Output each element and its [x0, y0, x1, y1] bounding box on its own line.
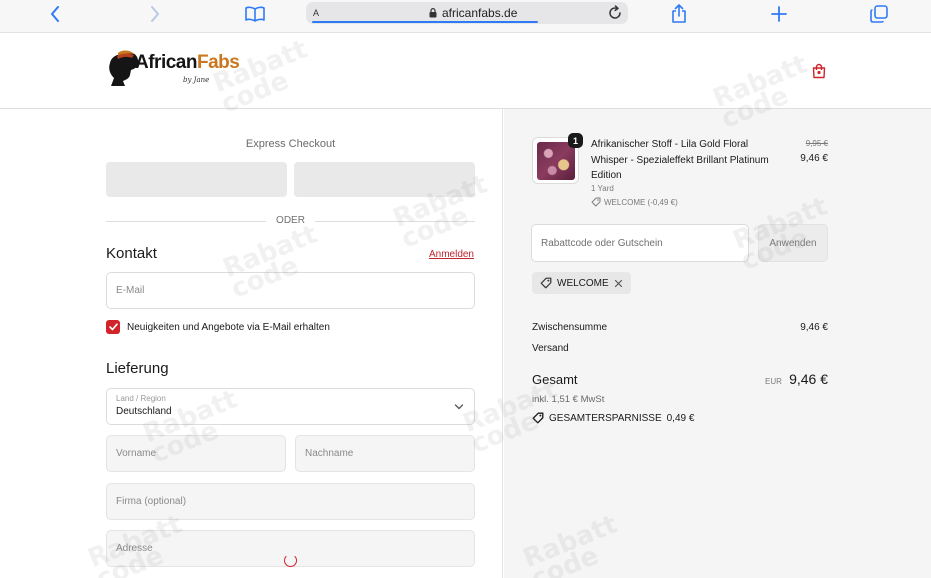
subtotal-row: Zwischensumme 9,46 €	[532, 322, 828, 333]
quantity-badge: 1	[568, 133, 583, 148]
express-pay-button-2[interactable]	[294, 162, 475, 197]
or-divider: ODER	[106, 215, 475, 227]
product-discount: WELCOME (-0,49 €)	[591, 197, 678, 207]
chevron-down-icon	[454, 404, 464, 410]
total-value: 9,46 €	[789, 371, 828, 387]
discount-code-input[interactable]: Rabattcode oder Gutschein	[531, 224, 749, 262]
total-currency: EUR	[765, 377, 782, 386]
new-tab-icon[interactable]	[766, 3, 792, 25]
express-pay-button-1[interactable]	[106, 162, 287, 197]
checkout-form: Express Checkout ODER Kontakt Anmelden E…	[0, 109, 503, 578]
price-discounted: 9,46 €	[800, 153, 828, 164]
price-original: 9,95 €	[805, 139, 828, 148]
login-link[interactable]: Anmelden	[429, 249, 474, 260]
firstname-field[interactable]: Vorname	[106, 435, 286, 472]
lastname-placeholder: Nachname	[305, 448, 354, 459]
tag-icon	[532, 412, 544, 424]
lock-icon	[429, 8, 437, 18]
country-select[interactable]: Land / Region Deutschland	[106, 388, 475, 425]
shipping-label: Versand	[532, 343, 569, 354]
apply-discount-button[interactable]: Anwenden	[758, 224, 828, 262]
product-discount-text: WELCOME (-0,49 €)	[604, 197, 678, 207]
total-label: Gesamt	[532, 372, 578, 387]
share-icon[interactable]	[666, 3, 692, 25]
company-field[interactable]: Firma (optional)	[106, 483, 475, 520]
subtotal-value: 9,46 €	[800, 322, 828, 333]
url-text: africanfabs.de	[442, 6, 518, 20]
tag-icon	[591, 197, 601, 207]
applied-discount-code: WELCOME	[557, 277, 609, 289]
loading-spinner	[284, 554, 297, 567]
brand-name-part1: African	[135, 52, 197, 73]
total-savings: GESAMTERSPARNISSE 0,49 €	[532, 412, 694, 424]
country-value: Deutschland	[116, 406, 172, 417]
newsletter-label: Neuigkeiten und Angebote via E-Mail erha…	[127, 321, 330, 333]
browser-toolbar: A africanfabs.de	[0, 0, 931, 33]
back-icon[interactable]	[42, 3, 68, 25]
company-placeholder: Firma (optional)	[116, 496, 187, 507]
delivery-heading: Lieferung	[106, 360, 169, 377]
close-icon[interactable]	[614, 279, 623, 288]
lastname-field[interactable]: Nachname	[295, 435, 475, 472]
divider-text: ODER	[276, 215, 305, 226]
email-placeholder: E-Mail	[116, 285, 145, 296]
brand-name-part2: Fabs	[196, 52, 240, 73]
reload-icon[interactable]	[607, 5, 623, 21]
discount-code-placeholder: Rabattcode oder Gutschein	[541, 238, 663, 249]
address-bar[interactable]: A africanfabs.de	[306, 2, 628, 24]
page-load-progress	[312, 21, 538, 23]
savings-value: 0,49 €	[666, 412, 695, 424]
newsletter-checkbox[interactable]	[106, 320, 120, 334]
firstname-placeholder: Vorname	[116, 448, 157, 459]
brand-name: AfricanFabs	[135, 52, 240, 74]
order-summary: 1 Afrikanischer Stoff - Lila Gold Floral…	[504, 109, 931, 578]
site-header: AfricanFabs by Jane	[0, 33, 931, 109]
bookmarks-icon[interactable]	[242, 3, 268, 25]
express-checkout-title: Express Checkout	[245, 138, 336, 150]
product-variant: 1 Yard	[591, 184, 614, 193]
email-field[interactable]: E-Mail	[106, 272, 475, 309]
contact-heading: Kontakt	[106, 245, 157, 262]
tax-line: inkl. 1,51 € MwSt	[532, 394, 605, 405]
subtotal-label: Zwischensumme	[532, 322, 608, 333]
site-logo[interactable]: AfricanFabs by Jane	[107, 48, 240, 92]
savings-label: GESAMTERSPARNISSE	[549, 412, 662, 424]
product-title: Afrikanischer Stoff - Lila Gold Floral W…	[591, 139, 769, 181]
tag-icon	[540, 277, 552, 289]
shipping-row: Versand	[532, 343, 828, 354]
address-placeholder: Adresse	[116, 543, 153, 554]
fabric-image	[537, 142, 575, 180]
brand-tagline: by Jane	[183, 76, 210, 84]
country-label: Land / Region	[116, 394, 166, 403]
applied-discount-chip: WELCOME	[532, 272, 631, 294]
tabs-overview-icon[interactable]	[866, 3, 892, 25]
text-size-button[interactable]: A	[313, 8, 319, 18]
forward-icon[interactable]	[142, 3, 168, 25]
newsletter-option[interactable]: Neuigkeiten und Angebote via E-Mail erha…	[106, 320, 330, 334]
shopping-bag-icon[interactable]	[811, 63, 827, 79]
checkmark-icon	[108, 323, 118, 331]
